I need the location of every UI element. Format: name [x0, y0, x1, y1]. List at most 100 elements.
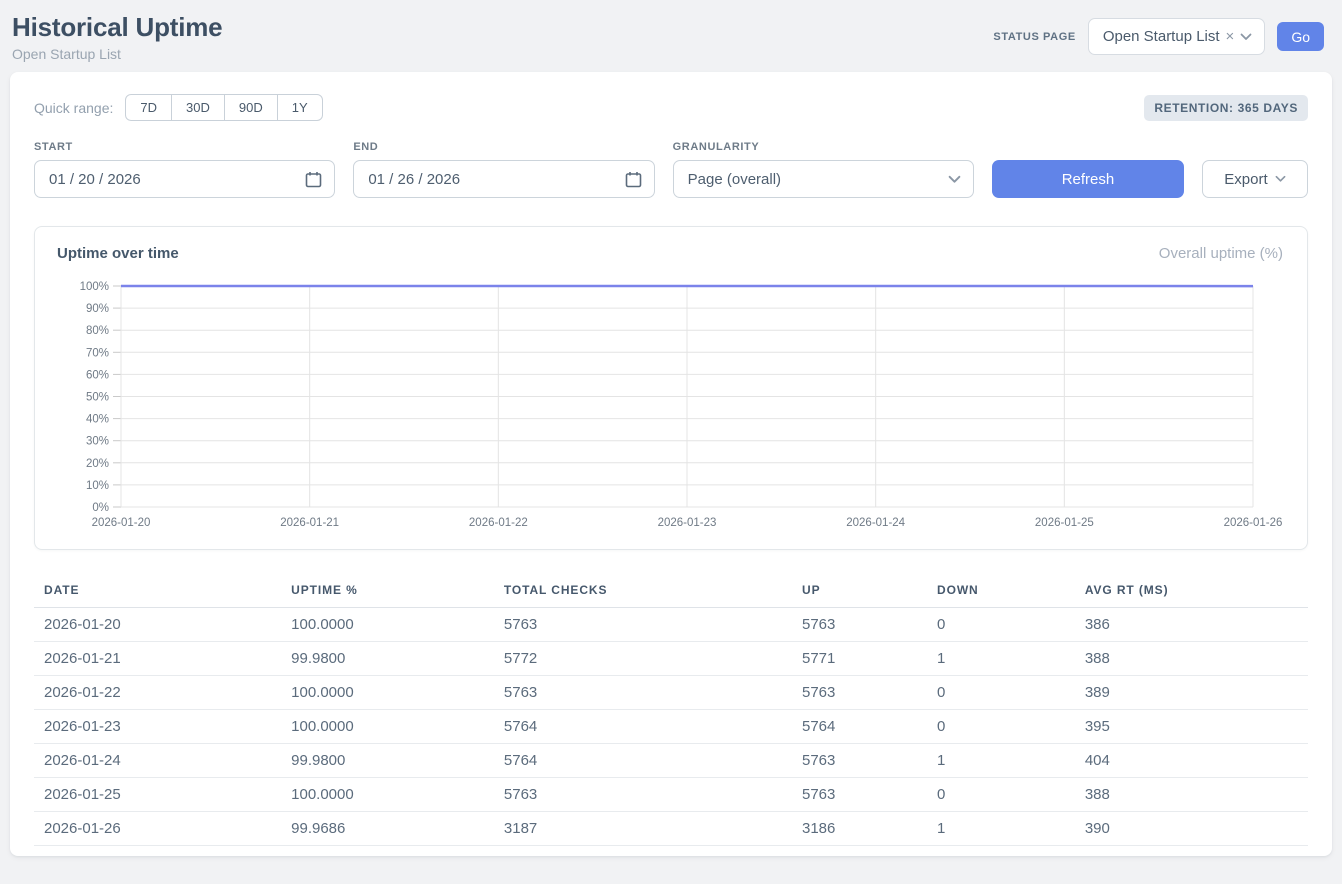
- table-cell: 99.9686: [281, 812, 494, 846]
- table-cell: 5772: [494, 642, 792, 676]
- refresh-button[interactable]: Refresh: [992, 160, 1184, 198]
- table-row: 2026-01-22100.0000576357630389: [34, 676, 1308, 710]
- y-axis-tick-label: 10%: [86, 480, 109, 492]
- granularity-field-wrap: GRANULARITY Page (overall): [673, 141, 974, 198]
- table-cell: 0: [927, 710, 1075, 744]
- x-axis-tick-label: 2026-01-25: [1035, 517, 1094, 529]
- chevron-down-icon: [948, 175, 961, 184]
- table-cell: 5763: [494, 778, 792, 812]
- uptime-line-chart: 0%10%20%30%40%50%60%70%80%90%100%2026-01…: [55, 276, 1287, 535]
- calendar-icon[interactable]: [305, 171, 322, 188]
- table-cell: 2026-01-21: [34, 642, 281, 676]
- table-cell: 5771: [792, 642, 927, 676]
- quick-range-1y-button[interactable]: 1Y: [277, 94, 323, 121]
- table-row: 2026-01-2199.9800577257711388: [34, 642, 1308, 676]
- table-cell: 2026-01-26: [34, 812, 281, 846]
- y-axis-tick-label: 100%: [80, 281, 109, 293]
- filters-row: START 01 / 20 / 2026 END 01 / 26 / 2026: [34, 141, 1308, 198]
- table-cell: 5763: [792, 608, 927, 642]
- table-cell: 1: [927, 812, 1075, 846]
- table-cell: 2026-01-25: [34, 778, 281, 812]
- granularity-label: GRANULARITY: [673, 141, 974, 153]
- export-button[interactable]: Export: [1202, 160, 1308, 198]
- table-cell: 3187: [494, 812, 792, 846]
- table-cell: 99.9800: [281, 642, 494, 676]
- x-axis-tick-label: 2026-01-22: [469, 517, 528, 529]
- table-cell: 5763: [792, 676, 927, 710]
- table-row: 2026-01-2699.9686318731861390: [34, 812, 1308, 846]
- table-row: 2026-01-23100.0000576457640395: [34, 710, 1308, 744]
- clear-selection-icon[interactable]: ×: [1226, 28, 1235, 45]
- y-axis-tick-label: 20%: [86, 458, 109, 470]
- table-cell: 395: [1075, 710, 1308, 744]
- y-axis-tick-label: 30%: [86, 436, 109, 448]
- table-cell: 3186: [792, 812, 927, 846]
- table-row: 2026-01-25100.0000576357630388: [34, 778, 1308, 812]
- table-cell: 389: [1075, 676, 1308, 710]
- header-controls: STATUS PAGE Open Startup List × Go: [993, 18, 1324, 55]
- status-page-label: STATUS PAGE: [993, 31, 1075, 43]
- uptime-chart-card: Uptime over time Overall uptime (%) 0%10…: [34, 226, 1308, 550]
- table-cell: 388: [1075, 642, 1308, 676]
- start-date-input[interactable]: 01 / 20 / 2026: [34, 160, 335, 198]
- y-axis-tick-label: 90%: [86, 303, 109, 315]
- x-axis-tick-label: 2026-01-26: [1224, 517, 1283, 529]
- status-page-select[interactable]: Open Startup List ×: [1088, 18, 1266, 55]
- table-cell: 1: [927, 642, 1075, 676]
- page-subtitle: Open Startup List: [12, 46, 222, 62]
- x-axis-tick-label: 2026-01-20: [92, 517, 151, 529]
- column-header: TOTAL CHECKS: [494, 574, 792, 608]
- main-card: Quick range: 7D30D90D1Y RETENTION: 365 D…: [10, 72, 1332, 856]
- chevron-down-icon: [1240, 33, 1252, 41]
- status-page-selected-value: Open Startup List: [1103, 28, 1220, 45]
- table-cell: 5763: [494, 608, 792, 642]
- quick-range-7d-button[interactable]: 7D: [125, 94, 172, 121]
- granularity-selected-value: Page (overall): [688, 171, 781, 188]
- y-axis-tick-label: 0%: [92, 502, 109, 514]
- end-label: END: [353, 141, 654, 153]
- y-axis-tick-label: 60%: [86, 369, 109, 381]
- y-axis-tick-label: 50%: [86, 392, 109, 404]
- table-cell: 5764: [494, 744, 792, 778]
- x-axis-tick-label: 2026-01-21: [280, 517, 339, 529]
- quick-range-row: Quick range: 7D30D90D1Y RETENTION: 365 D…: [34, 94, 1308, 121]
- column-header: UPTIME %: [281, 574, 494, 608]
- export-button-label: Export: [1224, 171, 1267, 188]
- column-header: AVG RT (MS): [1075, 574, 1308, 608]
- start-date-value: 01 / 20 / 2026: [49, 171, 141, 188]
- table-row: 2026-01-20100.0000576357630386: [34, 608, 1308, 642]
- table-cell: 2026-01-20: [34, 608, 281, 642]
- column-header: DATE: [34, 574, 281, 608]
- go-button[interactable]: Go: [1277, 22, 1324, 51]
- table-cell: 100.0000: [281, 676, 494, 710]
- end-date-value: 01 / 26 / 2026: [368, 171, 460, 188]
- table-cell: 2026-01-22: [34, 676, 281, 710]
- granularity-select[interactable]: Page (overall): [673, 160, 974, 198]
- x-axis-tick-label: 2026-01-24: [846, 517, 905, 529]
- table-cell: 100.0000: [281, 778, 494, 812]
- quick-range-90d-button[interactable]: 90D: [224, 94, 278, 121]
- table-cell: 0: [927, 778, 1075, 812]
- table-body: 2026-01-20100.00005763576303862026-01-21…: [34, 608, 1308, 846]
- end-date-field-wrap: END 01 / 26 / 2026: [353, 141, 654, 198]
- table-cell: 1: [927, 744, 1075, 778]
- calendar-icon[interactable]: [625, 171, 642, 188]
- table-cell: 386: [1075, 608, 1308, 642]
- table-cell: 99.9800: [281, 744, 494, 778]
- end-date-input[interactable]: 01 / 26 / 2026: [353, 160, 654, 198]
- table-cell: 0: [927, 676, 1075, 710]
- table-cell: 100.0000: [281, 710, 494, 744]
- table-header-row: DATEUPTIME %TOTAL CHECKSUPDOWNAVG RT (MS…: [34, 574, 1308, 608]
- uptime-table: DATEUPTIME %TOTAL CHECKSUPDOWNAVG RT (MS…: [34, 574, 1308, 846]
- quick-range-group: 7D30D90D1Y: [125, 94, 322, 121]
- y-axis-tick-label: 80%: [86, 325, 109, 337]
- table-cell: 2026-01-24: [34, 744, 281, 778]
- quick-range-30d-button[interactable]: 30D: [171, 94, 225, 121]
- start-label: START: [34, 141, 335, 153]
- chart-title: Uptime over time: [57, 245, 179, 262]
- table-cell: 388: [1075, 778, 1308, 812]
- table-cell: 390: [1075, 812, 1308, 846]
- y-axis-tick-label: 40%: [86, 414, 109, 426]
- table-cell: 5764: [792, 710, 927, 744]
- table-cell: 5763: [792, 744, 927, 778]
